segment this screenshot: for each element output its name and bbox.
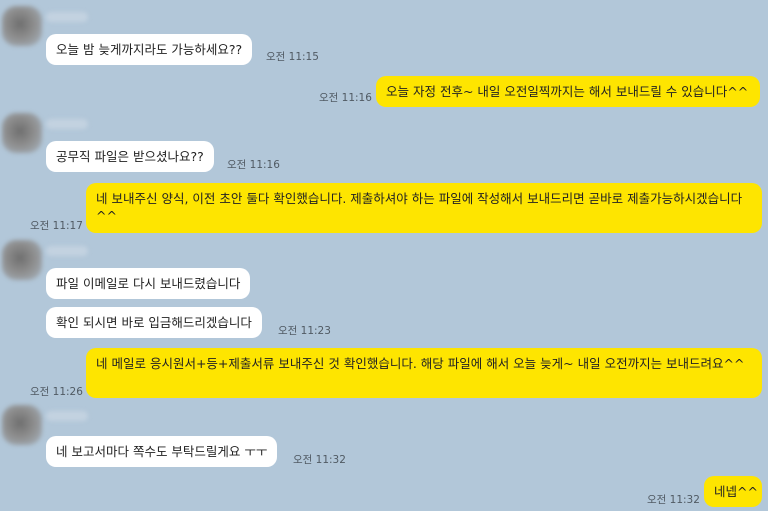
message-bubble-incoming[interactable]: 오늘 밤 늦게까지라도 가능하세요?? — [46, 34, 253, 65]
avatar[interactable] — [2, 405, 42, 445]
message-bubble-incoming[interactable]: 확인 되시면 바로 입금해드리겠습니다 — [46, 307, 262, 338]
message-timestamp: 오전 11:16 — [319, 92, 372, 104]
message-timestamp: 오전 11:16 — [227, 159, 280, 171]
message-timestamp: 오전 11:32 — [293, 454, 346, 466]
message-timestamp: 오전 11:15 — [266, 51, 319, 63]
message-bubble-outgoing[interactable]: 네 메일로 응시원서+등+제출서류 보내주신 것 확인했습니다. 해당 파일에 … — [86, 348, 762, 398]
message-timestamp: 오전 11:26 — [30, 386, 83, 398]
avatar[interactable] — [2, 6, 42, 46]
sender-name — [46, 119, 88, 129]
message-bubble-incoming[interactable]: 공무직 파일은 받으셨나요?? — [46, 141, 214, 172]
message-bubble-incoming[interactable]: 네 보고서마다 쪽수도 부탁드릴게요 ㅜㅜ — [46, 436, 278, 467]
message-timestamp: 오전 11:32 — [647, 494, 700, 506]
message-bubble-incoming[interactable]: 파일 이메일로 다시 보내드렸습니다 — [46, 268, 251, 299]
message-bubble-outgoing[interactable]: 네 보내주신 양식, 이전 초안 둘다 확인했습니다. 제출하셔야 하는 파일에… — [86, 183, 762, 233]
message-timestamp: 오전 11:17 — [30, 220, 83, 232]
chat-room[interactable]: 오늘 밤 늦게까지라도 가능하세요?? 오전 11:15 오전 11:16 오늘… — [0, 0, 768, 511]
message-bubble-outgoing[interactable]: 오늘 자정 전후~ 내일 오전일찍까지는 해서 보내드릴 수 있습니다^^ — [376, 76, 760, 107]
sender-name — [46, 246, 88, 256]
avatar[interactable] — [2, 113, 42, 153]
avatar[interactable] — [2, 240, 42, 280]
sender-name — [46, 12, 88, 22]
message-timestamp: 오전 11:23 — [278, 325, 331, 337]
sender-name — [46, 411, 88, 421]
message-bubble-outgoing[interactable]: 네넵^^ — [704, 476, 762, 507]
